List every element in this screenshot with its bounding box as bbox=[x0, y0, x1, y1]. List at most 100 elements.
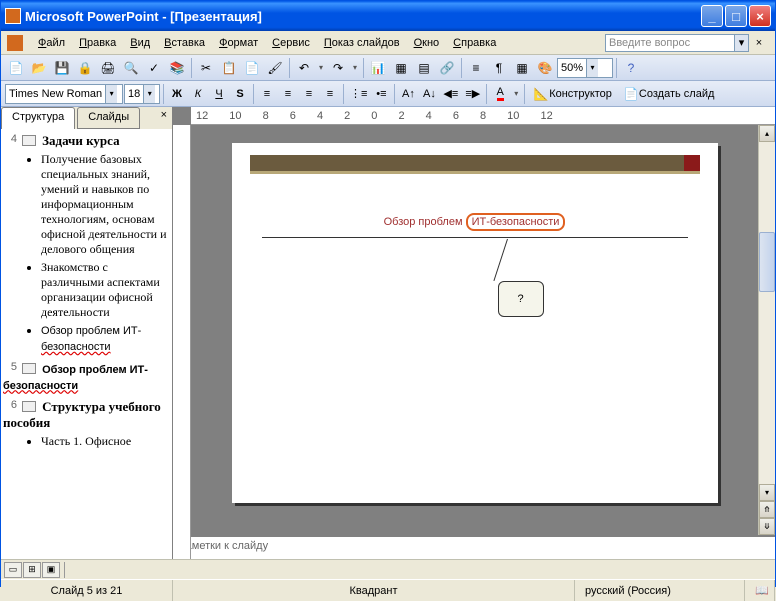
minimize-button[interactable]: _ bbox=[701, 5, 723, 27]
vertical-scrollbar[interactable]: ▴ ▾ ⤊ ⤋ bbox=[758, 125, 775, 535]
title-underline bbox=[262, 237, 688, 238]
undo-dropdown[interactable]: ▾ bbox=[316, 63, 326, 72]
menu-insert[interactable]: Вставка bbox=[157, 35, 212, 51]
bullets-button[interactable]: •≡ bbox=[371, 83, 391, 105]
redo-dropdown[interactable]: ▾ bbox=[350, 63, 360, 72]
menu-edit[interactable]: Правка bbox=[72, 35, 123, 51]
align-center-button[interactable]: ≡ bbox=[278, 83, 298, 105]
save-button[interactable]: 💾 bbox=[51, 57, 73, 79]
zoom-combo[interactable]: 50%▾ bbox=[557, 58, 613, 78]
color-button[interactable]: 🎨 bbox=[534, 57, 556, 79]
slide-icon bbox=[22, 401, 36, 412]
hyperlink-button[interactable]: 🔗 bbox=[436, 57, 458, 79]
undo-button[interactable]: ↶ bbox=[293, 57, 315, 79]
scroll-down-button[interactable]: ▾ bbox=[759, 484, 775, 501]
menu-view[interactable]: Вид bbox=[123, 35, 157, 51]
menu-tools[interactable]: Сервис bbox=[265, 35, 317, 51]
normal-view-button[interactable]: ▭ bbox=[4, 562, 22, 578]
scroll-up-button[interactable]: ▴ bbox=[759, 125, 775, 142]
outline-bullet[interactable]: Обзор проблем ИТ-безопасности bbox=[41, 323, 170, 355]
align-right-button[interactable]: ≡ bbox=[299, 83, 319, 105]
tables-borders-button[interactable]: ▤ bbox=[413, 57, 435, 79]
expand-button[interactable]: ≡ bbox=[465, 57, 487, 79]
help-button[interactable]: ? bbox=[620, 57, 642, 79]
copy-button[interactable]: 📋 bbox=[218, 57, 240, 79]
slide-canvas[interactable]: Обзор проблем ИТ-безопасности ? bbox=[191, 125, 758, 535]
sorter-view-button[interactable]: ⊞ bbox=[23, 562, 41, 578]
new-button[interactable]: 📄 bbox=[5, 57, 27, 79]
outline-bullet[interactable]: Часть 1. Офисное bbox=[41, 434, 170, 449]
slide-decor-line bbox=[250, 171, 700, 174]
view-bar: ▭ ⊞ ▣ bbox=[1, 559, 775, 579]
formatting-toolbar: Times New Roman▾ 18▾ Ж К Ч S ≡ ≡ ≡ ≡ ⋮≡ … bbox=[1, 81, 775, 107]
shadow-button[interactable]: S bbox=[230, 83, 250, 105]
menu-bar: Файл Правка Вид Вставка Формат Сервис По… bbox=[1, 31, 775, 55]
maximize-button[interactable]: □ bbox=[725, 5, 747, 27]
justify-button[interactable]: ≡ bbox=[320, 83, 340, 105]
slide-title[interactable]: Обзор проблем ИТ-безопасности bbox=[262, 205, 688, 231]
grid-button[interactable]: ▦ bbox=[511, 57, 533, 79]
underline-button[interactable]: Ч bbox=[209, 83, 229, 105]
tab-structure[interactable]: Структура bbox=[1, 107, 75, 129]
powerpoint-icon[interactable] bbox=[7, 35, 23, 51]
outline-bullet[interactable]: Получение базовых специальных знаний, ум… bbox=[41, 152, 170, 257]
next-slide-button[interactable]: ⤋ bbox=[759, 518, 775, 535]
close-button[interactable]: × bbox=[749, 5, 771, 27]
decrease-indent-button[interactable]: ◀≡ bbox=[440, 83, 461, 105]
ask-question-input[interactable] bbox=[605, 34, 735, 52]
outline-slide-6[interactable]: 6 Структура учебного пособия Часть 1. Оф… bbox=[3, 399, 170, 449]
slide-decor-bar bbox=[250, 155, 700, 171]
menu-slideshow[interactable]: Показ слайдов bbox=[317, 35, 407, 51]
cut-button[interactable]: ✂ bbox=[195, 57, 217, 79]
menu-format[interactable]: Формат bbox=[212, 35, 265, 51]
prev-slide-button[interactable]: ⤊ bbox=[759, 501, 775, 518]
increase-indent-button[interactable]: ≡▶ bbox=[462, 83, 483, 105]
print-button[interactable]: 🖨 bbox=[97, 57, 119, 79]
font-color-dropdown[interactable]: ▾ bbox=[511, 89, 521, 98]
paste-button[interactable]: 📄 bbox=[241, 57, 263, 79]
redo-button[interactable]: ↷ bbox=[327, 57, 349, 79]
outline-slide-4[interactable]: 4 Задачи курса Получение базовых специал… bbox=[3, 133, 170, 355]
show-formatting-button[interactable]: ¶ bbox=[488, 57, 510, 79]
tab-slides[interactable]: Слайды bbox=[77, 107, 140, 129]
preview-button[interactable]: 🔍 bbox=[120, 57, 142, 79]
slide-icon bbox=[22, 363, 36, 374]
status-language: русский (Россия) bbox=[575, 580, 745, 601]
increase-font-button[interactable]: A↑ bbox=[398, 83, 418, 105]
window-title: Microsoft PowerPoint - [Презентация] bbox=[25, 9, 701, 24]
menu-file[interactable]: Файл bbox=[31, 35, 72, 51]
font-color-button[interactable]: A bbox=[490, 83, 510, 105]
outline-bullet[interactable]: Знакомство с различными аспектами органи… bbox=[41, 260, 170, 320]
spelling-button[interactable]: ✓ bbox=[143, 57, 165, 79]
zoom-value: 50% bbox=[561, 62, 583, 74]
status-spell-icon[interactable]: 📖 bbox=[745, 580, 775, 601]
table-button[interactable]: ▦ bbox=[390, 57, 412, 79]
menu-window[interactable]: Окно bbox=[407, 35, 447, 51]
new-slide-button[interactable]: 📄Создать слайд bbox=[618, 83, 719, 105]
decrease-font-button[interactable]: A↓ bbox=[419, 83, 439, 105]
permission-button[interactable]: 🔒 bbox=[74, 57, 96, 79]
designer-button[interactable]: 📐Конструктор bbox=[528, 83, 617, 105]
slide[interactable]: Обзор проблем ИТ-безопасности ? bbox=[232, 143, 718, 503]
notes-pane[interactable]: Заметки к слайду bbox=[173, 535, 775, 559]
menu-help[interactable]: Справка bbox=[446, 35, 503, 51]
numbering-button[interactable]: ⋮≡ bbox=[347, 83, 370, 105]
scroll-thumb[interactable] bbox=[759, 232, 775, 292]
ask-dropdown[interactable]: ▾ bbox=[735, 34, 749, 52]
outline-slide-5[interactable]: 5 Обзор проблем ИТ-безопасности bbox=[3, 361, 170, 393]
bold-button[interactable]: Ж bbox=[167, 83, 187, 105]
callout-box[interactable]: ? bbox=[498, 281, 544, 317]
horizontal-ruler[interactable]: 12 10 8 6 4 2 0 2 4 6 8 10 12 bbox=[191, 107, 775, 125]
font-combo[interactable]: Times New Roman▾ bbox=[5, 84, 123, 104]
research-button[interactable]: 📚 bbox=[166, 57, 188, 79]
format-painter-button[interactable]: 🖌 bbox=[264, 57, 286, 79]
open-button[interactable]: 📂 bbox=[28, 57, 50, 79]
italic-button[interactable]: К bbox=[188, 83, 208, 105]
vertical-ruler[interactable] bbox=[173, 125, 191, 559]
fontsize-combo[interactable]: 18▾ bbox=[124, 84, 160, 104]
slideshow-view-button[interactable]: ▣ bbox=[42, 562, 60, 578]
pane-close-button[interactable]: × bbox=[156, 107, 172, 129]
chart-button[interactable]: 📊 bbox=[367, 57, 389, 79]
align-left-button[interactable]: ≡ bbox=[257, 83, 277, 105]
standard-toolbar: 📄 📂 💾 🔒 🖨 🔍 ✓ 📚 ✂ 📋 📄 🖌 ↶▾ ↷▾ 📊 ▦ ▤ 🔗 ≡ … bbox=[1, 55, 775, 81]
